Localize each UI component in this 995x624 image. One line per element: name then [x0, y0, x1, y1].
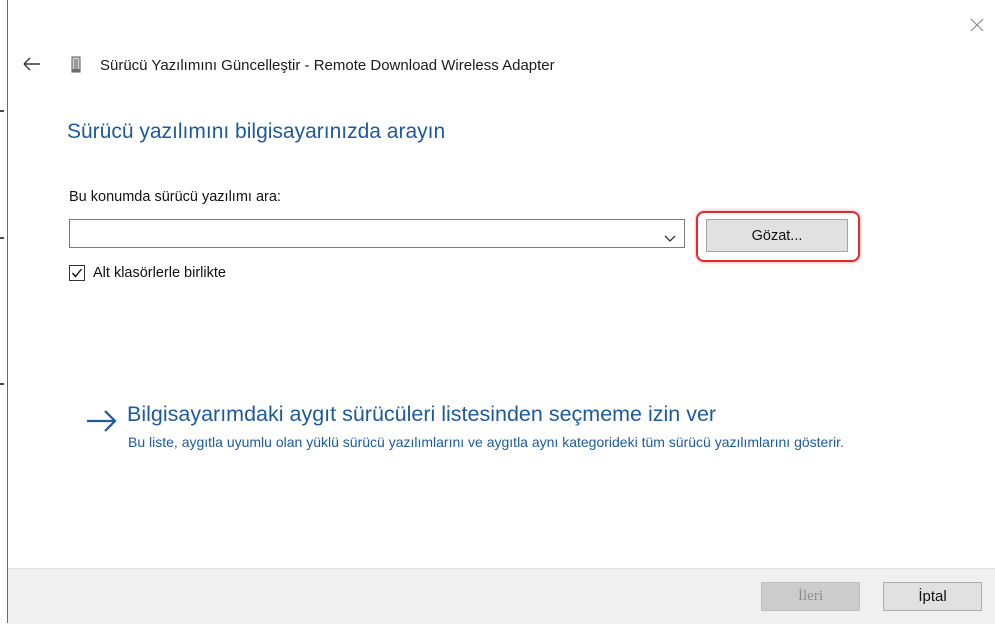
include-subfolders-checkbox[interactable]: [69, 265, 85, 281]
back-arrow-icon[interactable]: [22, 56, 42, 72]
include-subfolders-label[interactable]: Alt klasörlerle birlikte: [93, 265, 226, 281]
chevron-down-icon[interactable]: [664, 230, 676, 242]
edge-mark: [0, 383, 4, 385]
device-icon: [71, 56, 81, 73]
cancel-button[interactable]: İptal: [883, 582, 982, 611]
right-arrow-icon[interactable]: [85, 408, 121, 434]
close-icon[interactable]: [966, 14, 988, 36]
pick-from-list-description: Bu liste, aygıtla uyumlu olan yüklü sürü…: [128, 434, 844, 450]
browse-button[interactable]: Gözat...: [706, 219, 848, 252]
edge-mark: [0, 110, 4, 112]
next-button[interactable]: İleri: [761, 582, 860, 611]
pick-from-list-link[interactable]: Bilgisayarımdaki aygıt sürücüleri listes…: [127, 402, 716, 427]
edge-mark: [0, 237, 4, 239]
checkmark-icon: [71, 268, 83, 278]
page-heading: Sürücü yazılımını bilgisayarınızda arayı…: [67, 120, 446, 143]
location-combobox[interactable]: [69, 219, 685, 248]
location-label: Bu konumda sürücü yazılımı ara:: [69, 189, 281, 205]
window-left-edge: [0, 0, 8, 623]
window-title: Sürücü Yazılımını Güncelleştir - Remote …: [100, 57, 555, 74]
